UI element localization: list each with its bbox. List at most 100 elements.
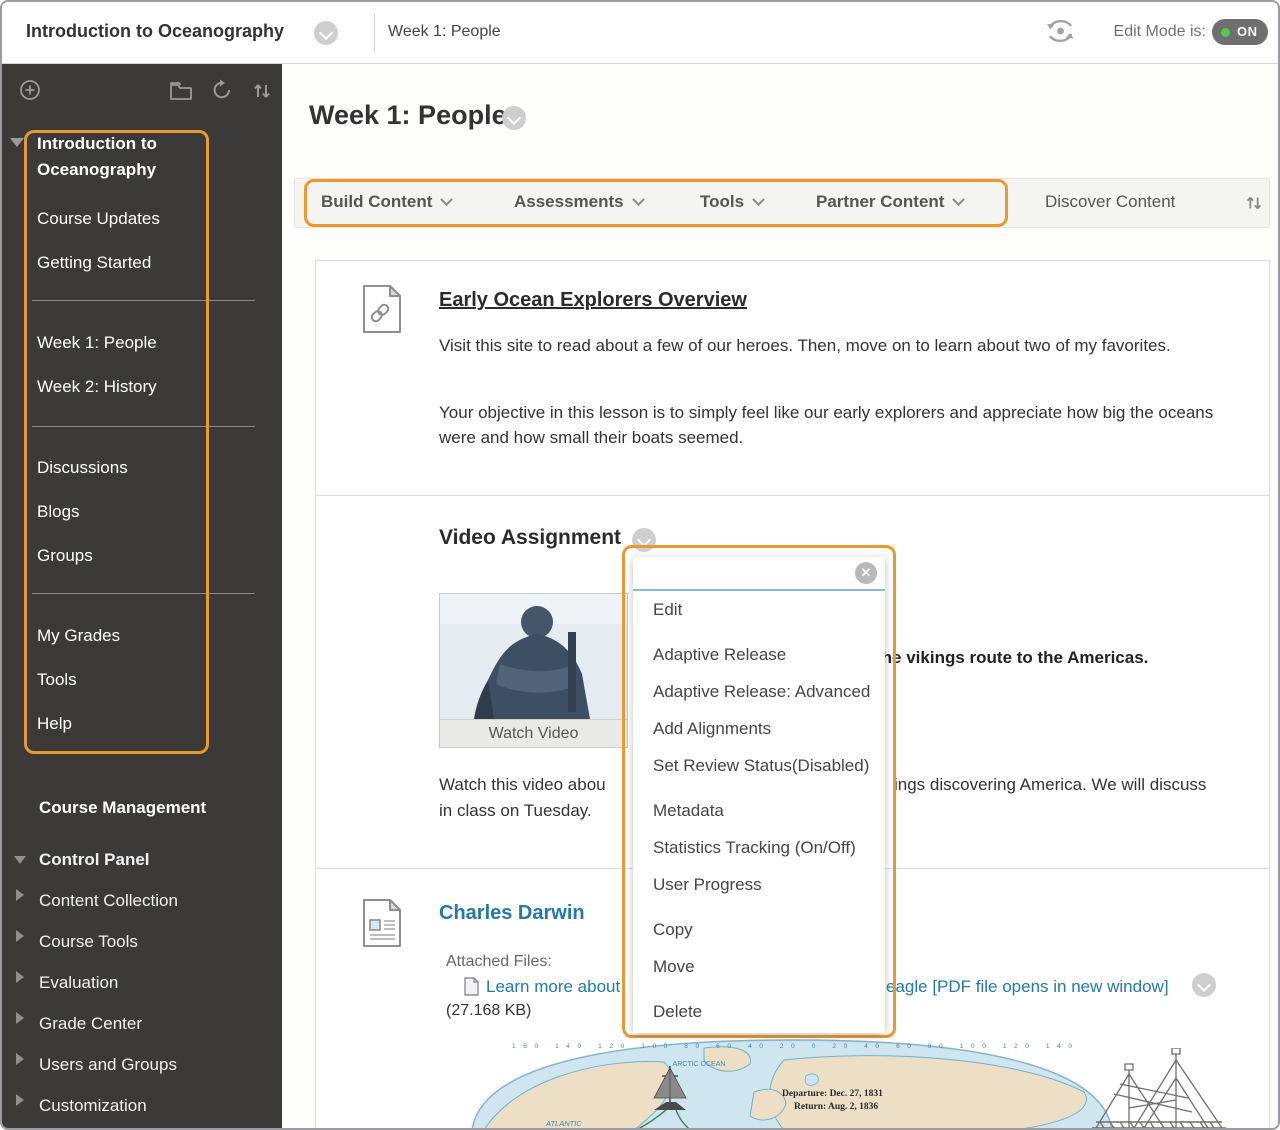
sidebar-divider: [32, 300, 255, 301]
url-document-icon: [362, 284, 402, 334]
sidebar-item-course-home[interactable]: Introduction to Oceanography: [37, 131, 187, 183]
sidebar-divider: [32, 426, 255, 427]
video-caption-right-fragment: ings discovering America. We will discus…: [894, 775, 1206, 795]
watch-video-button[interactable]: Watch Video: [440, 719, 627, 747]
tools-button[interactable]: Tools: [700, 192, 763, 212]
expand-icon[interactable]: [16, 1012, 24, 1024]
reorder-icon[interactable]: [250, 79, 274, 103]
sailing-ship-sketch: [1084, 1048, 1234, 1130]
refresh-icon[interactable]: [210, 78, 234, 102]
pdf-link-fragment-right[interactable]: eagle [PDF file opens in new window]: [886, 977, 1169, 997]
context-menu: ✕ Edit Adaptive Release Adaptive Release…: [633, 557, 885, 1033]
sidebar-divider: [32, 593, 255, 594]
edit-mode-toggle[interactable]: ON: [1212, 19, 1268, 45]
pdf-link-menu-chevron-icon[interactable]: [1192, 973, 1216, 997]
course-title: Introduction to Oceanography: [26, 21, 284, 42]
item1-paragraph-1: Visit this site to read about a few of o…: [439, 333, 1184, 358]
map-arctic-label: ARCTIC OCEAN: [673, 1061, 726, 1068]
item1-paragraph-2: Your objective in this lesson is to simp…: [439, 400, 1254, 450]
expand-icon[interactable]: [16, 889, 24, 901]
sidebar-item-getting-started[interactable]: Getting Started: [37, 250, 151, 276]
sidebar-item-users-and-groups[interactable]: Users and Groups: [39, 1055, 177, 1075]
menu-item-edit[interactable]: Edit: [633, 591, 885, 628]
statue-image: [440, 594, 627, 719]
chevron-down-icon: [441, 193, 454, 206]
sidebar-item-tools[interactable]: Tools: [37, 667, 77, 693]
student-preview-icon[interactable]: [1042, 15, 1078, 49]
item-separator: [315, 495, 1270, 496]
item-title-charles-darwin[interactable]: Charles Darwin: [439, 902, 585, 925]
video-caption-left-line1: Watch this video abou: [439, 775, 606, 795]
sidebar-item-my-grades[interactable]: My Grades: [37, 623, 120, 649]
partner-content-button[interactable]: Partner Content: [816, 192, 963, 212]
menu-item-adaptive-release[interactable]: Adaptive Release: [633, 636, 885, 673]
app-window: Introduction to Oceanography Week 1: Peo…: [0, 0, 1280, 1130]
video-thumbnail[interactable]: Watch Video: [439, 593, 628, 748]
expand-icon[interactable]: [16, 971, 24, 983]
item-title-early-ocean-explorers[interactable]: Early Ocean Explorers Overview: [439, 289, 747, 312]
close-icon[interactable]: ✕: [855, 562, 877, 584]
map-departure-label: Departure: Dec. 27, 1831: [782, 1089, 883, 1099]
course-management-header: Course Management: [39, 798, 206, 818]
video-caption-left-line2: in class on Tuesday.: [439, 801, 592, 821]
action-bar: Build Content Assessments Tools Partner …: [294, 178, 1270, 228]
edit-mode-green-dot: [1221, 28, 1230, 37]
menu-item-move[interactable]: Move: [633, 948, 885, 985]
sidebar-item-course-updates[interactable]: Course Updates: [37, 206, 160, 232]
sidebar-item-blogs[interactable]: Blogs: [37, 499, 80, 525]
map-tick-labels: 160 140 120 100 80 60 40 20 0 20 40 60 8…: [512, 1043, 1072, 1050]
menu-item-adaptive-release-advanced[interactable]: Adaptive Release: Advanced: [633, 673, 885, 710]
sidebar-item-control-panel[interactable]: Control Panel: [39, 850, 150, 870]
pdf-link-fragment-left[interactable]: Learn more about: [486, 977, 620, 997]
menu-item-add-alignments[interactable]: Add Alignments: [633, 710, 885, 747]
build-content-button[interactable]: Build Content: [321, 192, 451, 212]
attached-files-label: Attached Files:: [446, 953, 552, 971]
menu-item-metadata[interactable]: Metadata: [633, 792, 885, 829]
item-title-video-assignment: Video Assignment: [439, 526, 621, 550]
top-bar: Introduction to Oceanography Week 1: Peo…: [2, 2, 1278, 64]
file-icon: [464, 977, 479, 1001]
file-size: (27.168 KB): [446, 1002, 531, 1020]
sidebar-item-grade-center[interactable]: Grade Center: [39, 1014, 142, 1034]
sidebar-item-evaluation[interactable]: Evaluation: [39, 973, 118, 993]
sidebar-item-week-2-history[interactable]: Week 2: History: [37, 374, 157, 400]
sidebar-item-groups[interactable]: Groups: [37, 543, 93, 569]
course-menu-collapse-arrow[interactable]: [10, 138, 24, 147]
expand-icon[interactable]: [16, 1094, 24, 1106]
course-menu-chevron-icon[interactable]: [314, 21, 338, 45]
beagle-voyage-map: 160 140 120 100 80 60 40 20 0 20 40 60 8…: [454, 1032, 1130, 1130]
context-menu-list: Edit Adaptive Release Adaptive Release: …: [633, 591, 885, 1030]
breadcrumb: Week 1: People: [388, 23, 501, 41]
menu-item-statistics-tracking[interactable]: Statistics Tracking (On/Off): [633, 829, 885, 866]
add-menu-item-icon[interactable]: [18, 78, 42, 102]
map-atlantic-label: ATLANTIC: [545, 1119, 582, 1128]
course-menu-sidebar: Introduction to Oceanography Course Upda…: [2, 64, 282, 1130]
menu-item-copy[interactable]: Copy: [633, 911, 885, 948]
map-return-label: Return: Aug. 2, 1836: [794, 1102, 878, 1112]
expand-icon[interactable]: [16, 1053, 24, 1065]
control-panel-expand-icon[interactable]: [14, 856, 26, 864]
menu-item-user-progress[interactable]: User Progress: [633, 866, 885, 903]
sidebar-item-content-collection[interactable]: Content Collection: [39, 891, 178, 911]
edit-mode-state: ON: [1237, 24, 1258, 39]
menu-item-delete[interactable]: Delete: [633, 993, 885, 1030]
assessments-button[interactable]: Assessments: [514, 192, 643, 212]
chevron-down-icon: [632, 193, 645, 206]
sidebar-item-course-tools[interactable]: Course Tools: [39, 932, 138, 952]
menu-item-set-review-status[interactable]: Set Review Status(Disabled): [633, 747, 885, 784]
sidebar-item-week-1-people[interactable]: Week 1: People: [37, 330, 157, 356]
page-title: Week 1: People: [309, 100, 507, 131]
page-title-chevron-icon[interactable]: [502, 106, 526, 130]
video-bold-text-fragment: the vikings route to the Americas.: [876, 648, 1148, 668]
tools-label: Tools: [700, 192, 744, 211]
sort-order-icon[interactable]: [1243, 192, 1265, 219]
sidebar-item-discussions[interactable]: Discussions: [37, 455, 128, 481]
partner-content-label: Partner Content: [816, 192, 944, 211]
assessments-label: Assessments: [514, 192, 624, 211]
context-menu-header: ✕: [633, 557, 885, 591]
expand-icon[interactable]: [16, 930, 24, 942]
sidebar-item-customization[interactable]: Customization: [39, 1096, 147, 1116]
discover-content-button[interactable]: Discover Content: [1045, 192, 1175, 212]
folder-view-icon[interactable]: [169, 80, 193, 104]
sidebar-item-help[interactable]: Help: [37, 711, 72, 737]
